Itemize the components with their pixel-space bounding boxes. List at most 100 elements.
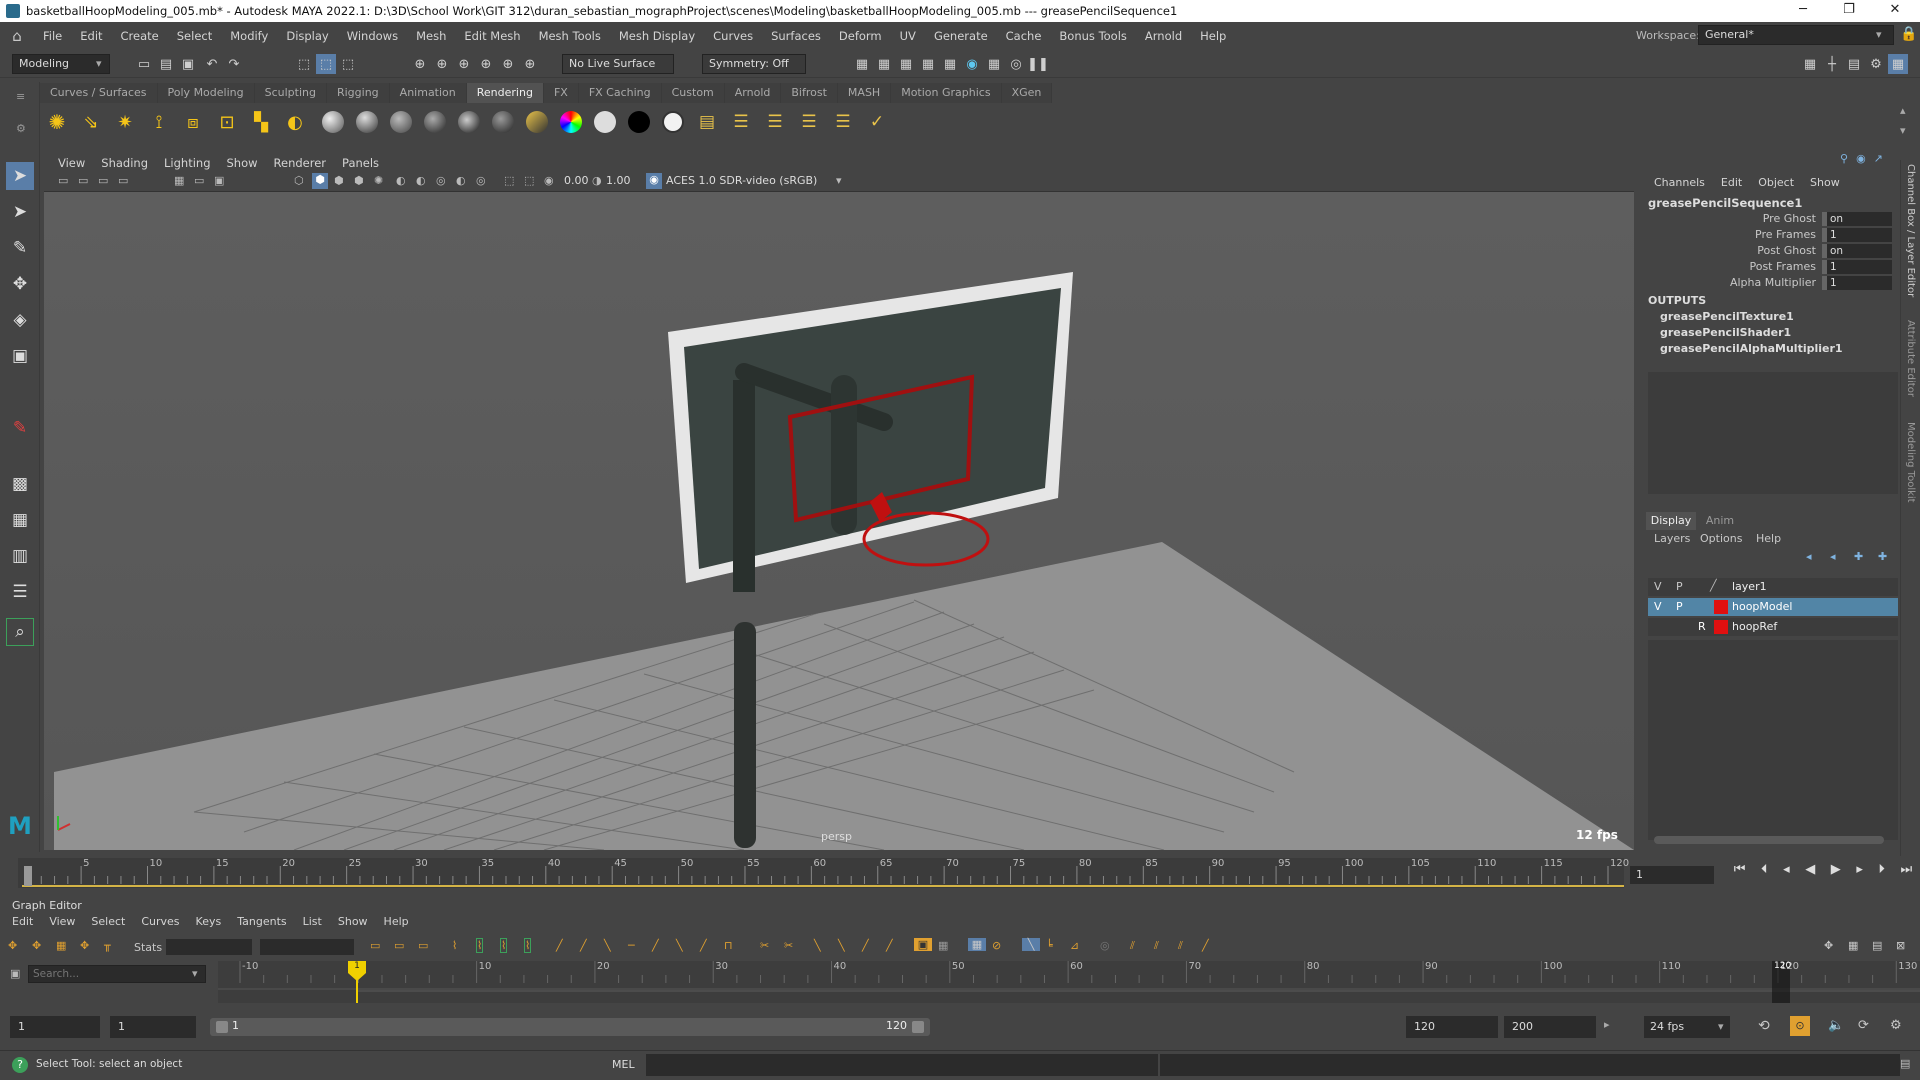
menu-mesh-display[interactable]: Mesh Display [610, 29, 704, 43]
toggle-attribute-editor-icon[interactable]: ▤ [1844, 54, 1864, 74]
help-icon[interactable]: ? [12, 1057, 28, 1073]
gamma-field[interactable]: 1.00 [606, 174, 631, 187]
live-surface-field[interactable]: No Live Surface [562, 54, 674, 74]
graph-view[interactable]: -10 10 20 30 40 50 60 70 80 90 100 110 120 130 1 120 [218, 961, 1920, 1003]
auto-key-icon[interactable]: ▣ [914, 938, 932, 951]
menu-file[interactable]: File [34, 29, 71, 43]
shelf-tab-xgen[interactable]: XGen [1001, 83, 1053, 103]
renormalize-icon[interactable]: ╘ [1046, 939, 1053, 952]
render-frame-icon[interactable]: ▦ [874, 54, 894, 74]
shelf-settings-icon[interactable]: ⚙ [16, 122, 26, 135]
layer-color-none-icon[interactable]: ╱ [1710, 579, 1717, 592]
side-tab-channel-box[interactable]: Channel Box / Layer Editor [1905, 164, 1916, 297]
snap-curve-icon[interactable]: ⊕ [432, 54, 452, 74]
camera-aim-icon[interactable]: ◐ [282, 109, 308, 135]
ambient-occlusion-icon[interactable]: ◐ [396, 174, 406, 187]
viewport-menu-view[interactable]: View [44, 156, 93, 170]
film-gate-icon[interactable]: ▭ [194, 174, 204, 187]
current-frame-field[interactable]: 1 [1630, 866, 1714, 884]
resolution-gate-icon[interactable]: ▣ [214, 174, 224, 187]
command-input[interactable] [646, 1054, 1158, 1076]
menu-edit-mesh[interactable]: Edit Mesh [455, 29, 529, 43]
playback-end-field[interactable]: 120 [1406, 1016, 1498, 1038]
shelf-tab-mash[interactable]: MASH [837, 83, 892, 103]
select-component-icon[interactable]: ⬚ [338, 54, 358, 74]
magnify-icon[interactable]: ⌕ [6, 618, 34, 646]
frame-playback-icon[interactable]: ▭ [394, 939, 404, 952]
bookmark-icon[interactable]: ▭ [98, 174, 108, 187]
snap-vertex-icon[interactable]: ⊕ [520, 54, 540, 74]
pre-infinity-icon[interactable]: ╱ [862, 939, 869, 952]
toggle-outliner-icon[interactable]: ┼ [1822, 54, 1842, 74]
color-management-icon[interactable]: ◉ [646, 173, 662, 189]
range-end-handle[interactable] [912, 1021, 924, 1033]
outliner-filter-icon[interactable]: ▣ [10, 967, 20, 980]
undo-icon[interactable]: ↶ [202, 54, 222, 74]
shelf-menu-icon[interactable]: ≡ [16, 90, 25, 103]
channel-box-icon[interactable]: ⚲ [1840, 152, 1848, 165]
layer-tab-display[interactable]: Display [1646, 512, 1696, 530]
filter-curves-icon[interactable]: ⫽ [1130, 939, 1135, 953]
menu-cache[interactable]: Cache [997, 29, 1051, 43]
blinn-icon[interactable] [354, 109, 380, 135]
ge-menu-help[interactable]: Help [376, 915, 417, 933]
snap-point-icon[interactable]: ⊕ [454, 54, 474, 74]
scene-end-field[interactable]: 200 [1504, 1016, 1596, 1038]
ge-menu-curves[interactable]: Curves [133, 915, 187, 933]
ge-close-icon[interactable]: ⊠ [1896, 939, 1905, 952]
layer-visibility-toggle[interactable]: V [1654, 580, 1662, 593]
stacked-curves-icon[interactable]: ▦ [968, 938, 986, 951]
attr-value-post-frames[interactable]: 1 [1822, 260, 1892, 274]
ge-menu-edit[interactable]: Edit [0, 915, 41, 933]
menu-generate[interactable]: Generate [925, 29, 997, 43]
four-view-layout-icon[interactable]: ▦ [6, 506, 34, 534]
render-view-icon[interactable]: ▦ [984, 54, 1004, 74]
layer-name[interactable]: layer1 [1732, 580, 1767, 593]
select-tool-icon[interactable]: ➤ [6, 162, 34, 190]
select-object-icon[interactable]: ⬚ [316, 54, 336, 74]
shelf-tab-bifrost[interactable]: Bifrost [781, 83, 838, 103]
lambert-icon[interactable] [388, 109, 414, 135]
camera-attributes-icon[interactable]: ▭ [78, 174, 88, 187]
two-view-layout-icon[interactable]: ▥ [6, 542, 34, 570]
single-view-layout-icon[interactable]: ▩ [6, 470, 34, 498]
area-light-icon[interactable]: ⧈ [180, 109, 206, 135]
normalize-icon[interactable]: ⊘ [992, 939, 1001, 952]
shelf-tab-custom[interactable]: Custom [661, 83, 725, 103]
character-set-icon[interactable]: ⚙ [1890, 1018, 1902, 1033]
go-to-start-icon[interactable]: ⏮ [1734, 862, 1746, 884]
viewport-persp[interactable]: persp 12 fps [44, 192, 1634, 850]
menu-surfaces[interactable]: Surfaces [762, 29, 830, 43]
ge-menu-select[interactable]: Select [83, 915, 133, 933]
xray-active-icon[interactable]: ⬚ [524, 174, 534, 187]
ge-layout-icon[interactable]: ▦ [1848, 939, 1858, 952]
butterworth-icon[interactable]: ⫽ [1154, 939, 1159, 953]
lock-weight-icon[interactable]: ╱ [700, 939, 707, 952]
absolute-view-icon[interactable]: ╲ [1022, 938, 1040, 951]
viewport-menu-shading[interactable]: Shading [93, 156, 156, 170]
pin-icon[interactable]: ◎ [1100, 939, 1110, 952]
textured-icon[interactable]: ⬢ [334, 174, 344, 187]
save-scene-icon[interactable]: ▣ [178, 54, 198, 74]
viewport-menu-show[interactable]: Show [219, 156, 266, 170]
surface-shader-icon[interactable] [592, 109, 618, 135]
break-tangent-icon[interactable]: ─ [628, 939, 635, 952]
shelf-tab-fx[interactable]: FX [543, 83, 579, 103]
pause-render-icon[interactable]: ❚❚ [1027, 54, 1049, 74]
menu-help[interactable]: Help [1191, 29, 1235, 43]
post-infinity-icon[interactable]: ╱ [886, 939, 893, 952]
step-forward-key-icon[interactable]: ⏵ [1878, 862, 1885, 884]
point-light-icon[interactable]: ✷ [112, 109, 138, 135]
move-tool-icon[interactable]: ✥ [6, 270, 34, 298]
range-arrow-icon[interactable]: ▸ [1604, 1018, 1610, 1031]
clamped-tangent-icon[interactable]: ⌇ [500, 938, 508, 953]
zoom-tool-icon[interactable]: ✥ [1824, 939, 1833, 952]
step-back-key-icon[interactable]: ⏴ [1761, 862, 1768, 884]
step-tangent-icon[interactable]: ╱ [580, 939, 587, 952]
isolate-select-icon[interactable]: ⬚ [504, 174, 514, 187]
shelf-tab-motion-graphics[interactable]: Motion Graphics [891, 83, 1002, 103]
history-icon[interactable]: ▦ [852, 54, 872, 74]
script-editor-icon[interactable]: ▤ [1900, 1057, 1910, 1070]
go-to-end-icon[interactable]: ⏭ [1900, 862, 1912, 884]
symmetry-dropdown[interactable]: Symmetry: Off [702, 54, 806, 74]
